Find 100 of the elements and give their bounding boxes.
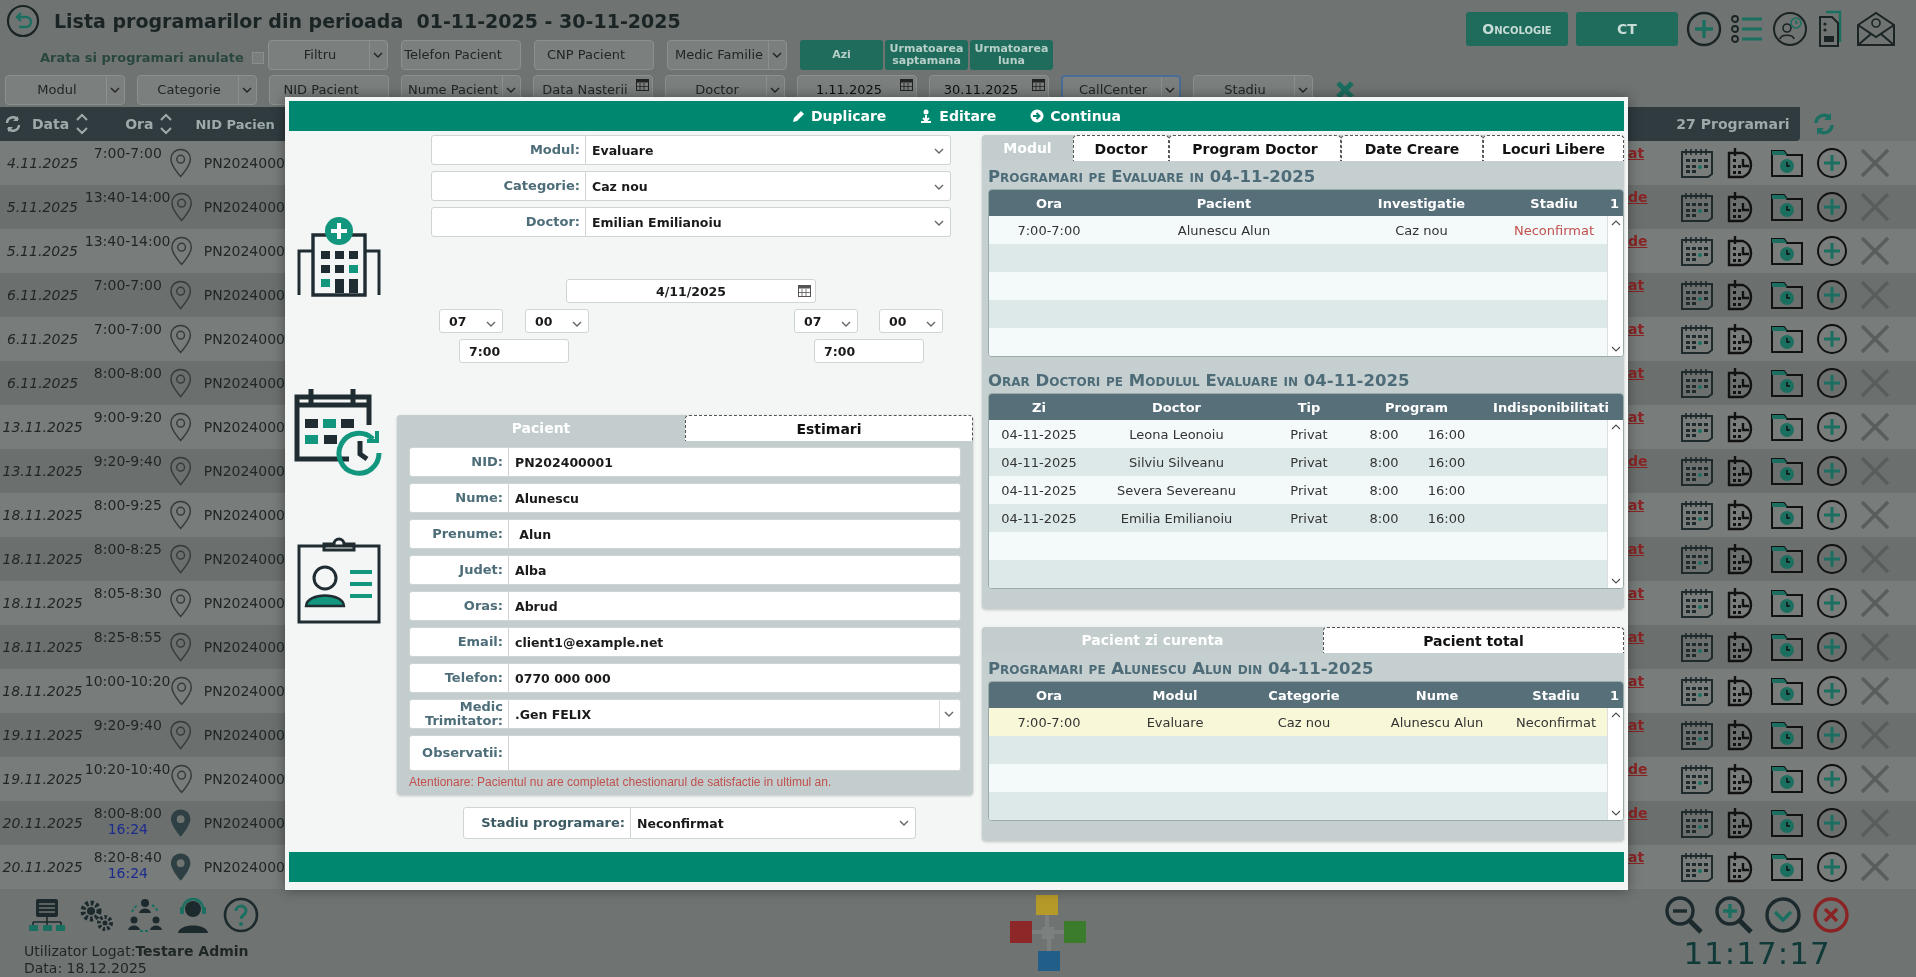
user-clock-icon[interactable] — [1772, 11, 1808, 47]
input-field[interactable]: Alba — [509, 555, 961, 585]
tab[interactable]: Doctor — [1073, 135, 1169, 161]
tab[interactable]: Locuri Libere — [1483, 135, 1624, 161]
action-button[interactable]: Continua — [1026, 106, 1125, 126]
select-field[interactable]: 07 — [439, 309, 503, 333]
select-field[interactable]: Caz nou — [586, 171, 951, 201]
mail-icon[interactable] — [1856, 11, 1896, 47]
input-field[interactable]: Alunescu — [509, 483, 961, 513]
column-header[interactable]: Ora — [125, 116, 154, 132]
calendar-icon[interactable] — [1680, 632, 1714, 662]
select-field[interactable]: Evaluare — [586, 135, 951, 165]
calendar-icon[interactable] — [1680, 192, 1714, 222]
folder-clock-icon[interactable] — [1770, 280, 1804, 310]
folder-clock-icon[interactable] — [1770, 676, 1804, 706]
support-agent-icon[interactable] — [176, 897, 210, 933]
folder-clock-icon[interactable] — [1770, 588, 1804, 618]
folder-clock-icon[interactable] — [1770, 456, 1804, 486]
calendar-icon[interactable] — [1680, 588, 1714, 618]
add-icon[interactable] — [1816, 499, 1848, 531]
add-icon[interactable] — [1816, 851, 1848, 883]
confirm-icon[interactable] — [1764, 896, 1802, 934]
clear-icon[interactable] — [1335, 79, 1355, 100]
calendar-icon[interactable] — [1680, 852, 1714, 882]
calendar-icon[interactable] — [1680, 720, 1714, 750]
scroll-up-icon[interactable] — [1610, 220, 1621, 226]
folder-clock-icon[interactable] — [1770, 720, 1804, 750]
scroll-down-icon[interactable] — [1610, 810, 1621, 816]
add-icon[interactable] — [1816, 719, 1848, 751]
action-button[interactable]: Duplicare — [788, 106, 891, 126]
scrollbar[interactable] — [1607, 708, 1623, 820]
folder-clock-icon[interactable] — [1770, 324, 1804, 354]
scrollbar[interactable] — [1607, 216, 1623, 356]
add-icon[interactable] — [1816, 543, 1848, 575]
add-icon[interactable] — [1686, 11, 1722, 47]
period-button[interactable]: Urmatoarea saptamana — [885, 39, 968, 70]
folder-clock-icon[interactable] — [1770, 412, 1804, 442]
add-icon[interactable] — [1816, 763, 1848, 795]
calendar-icon[interactable] — [1680, 280, 1714, 310]
select-field[interactable]: Categorie — [137, 74, 257, 105]
select-field[interactable]: Neconfirmat — [631, 807, 916, 839]
input-field[interactable]: 7:00 — [814, 339, 924, 363]
select-field[interactable]: Filtru — [268, 39, 388, 70]
tab[interactable]: Program Doctor — [1169, 135, 1341, 161]
select-field[interactable]: .Gen FELIX — [509, 699, 961, 729]
input-field[interactable]: client1@example.net — [509, 627, 961, 657]
select-field[interactable]: Modul — [5, 74, 125, 105]
network-icon[interactable] — [28, 898, 66, 932]
folder-clock-icon[interactable] — [1770, 852, 1804, 882]
tab[interactable]: Pacient total — [1323, 627, 1624, 653]
module-button[interactable]: Oncologie — [1466, 12, 1568, 46]
folder-clock-icon[interactable] — [1770, 148, 1804, 178]
period-button[interactable]: Azi — [800, 39, 883, 70]
scroll-up-icon[interactable] — [1610, 712, 1621, 718]
add-icon[interactable] — [1816, 367, 1848, 399]
input-field[interactable]: CNP Pacient — [534, 39, 654, 70]
select-field[interactable]: 00 — [525, 309, 589, 333]
calendar-icon[interactable] — [1680, 412, 1714, 442]
input-field[interactable]: Telefon Pacient — [401, 39, 521, 70]
add-icon[interactable] — [1816, 323, 1848, 355]
calendar-icon[interactable] — [1680, 808, 1714, 838]
add-icon[interactable] — [1816, 191, 1848, 223]
input-field[interactable]: PN202400001 — [509, 447, 961, 477]
select-field[interactable]: Emilian Emilianoiu — [586, 207, 951, 237]
date-field[interactable]: 4/11/2025 — [566, 279, 816, 303]
input-field[interactable]: Abrud — [509, 591, 961, 621]
add-icon[interactable] — [1816, 675, 1848, 707]
add-icon[interactable] — [1816, 147, 1848, 179]
folder-clock-icon[interactable] — [1770, 544, 1804, 574]
folder-clock-icon[interactable] — [1770, 632, 1804, 662]
calendar-icon[interactable] — [1680, 456, 1714, 486]
calendar-icon[interactable] — [1680, 236, 1714, 266]
zoom-out-icon[interactable] — [1664, 895, 1704, 935]
scroll-down-icon[interactable] — [1610, 578, 1621, 584]
sort-icon[interactable] — [75, 112, 90, 136]
add-icon[interactable] — [1816, 631, 1848, 663]
tab[interactable]: Estimari — [685, 415, 973, 441]
back-icon[interactable] — [6, 4, 40, 38]
folder-clock-icon[interactable] — [1770, 808, 1804, 838]
calendar-icon[interactable] — [1680, 764, 1714, 794]
select-field[interactable]: Medic Familie — [667, 39, 787, 70]
list-icon[interactable] — [1730, 12, 1764, 46]
tab[interactable]: Date Creare — [1341, 135, 1483, 161]
zoom-in-icon[interactable] — [1714, 895, 1754, 935]
calendar-icon[interactable] — [1680, 676, 1714, 706]
calendar-icon[interactable] — [1680, 544, 1714, 574]
folder-clock-icon[interactable] — [1770, 500, 1804, 530]
period-button[interactable]: Urmatoarea luna — [970, 39, 1053, 70]
add-icon[interactable] — [1816, 807, 1848, 839]
action-button[interactable]: Editare — [916, 106, 1001, 126]
folder-clock-icon[interactable] — [1770, 368, 1804, 398]
add-icon[interactable] — [1816, 455, 1848, 487]
team-icon[interactable] — [126, 897, 164, 933]
calendar-icon[interactable] — [1680, 500, 1714, 530]
calendar-icon[interactable] — [1680, 148, 1714, 178]
folder-clock-icon[interactable] — [1770, 236, 1804, 266]
calendar-icon[interactable] — [798, 285, 811, 297]
input-field[interactable]: 0770 000 000 — [509, 663, 961, 693]
add-icon[interactable] — [1816, 411, 1848, 443]
scroll-down-icon[interactable] — [1610, 346, 1621, 352]
